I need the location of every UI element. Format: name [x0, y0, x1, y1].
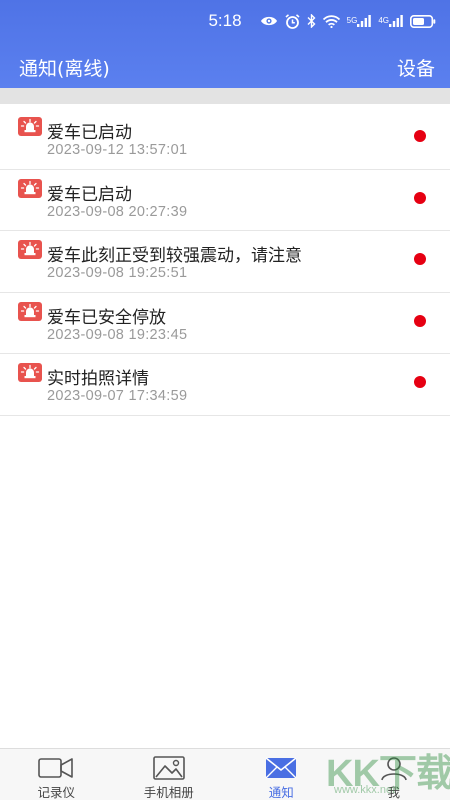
alarm-light-icon [18, 301, 42, 321]
status-bar: 5:18 5G 4G [0, 0, 450, 44]
signal-4g-icon: 4G [378, 12, 403, 30]
signal-5g-icon: 5G [347, 12, 372, 30]
envelope-icon [262, 755, 300, 781]
nav-label-notifications: 通知 [268, 785, 294, 800]
alarm-light-icon [18, 363, 42, 382]
unread-dot [414, 253, 426, 265]
status-icons: 5G 4G [260, 12, 436, 30]
devices-button[interactable]: 设备 [397, 54, 435, 81]
video-camera-icon [37, 755, 75, 781]
notification-time: 2023-09-12 13:57:01 [47, 142, 188, 158]
nav-label-recorder: 记录仪 [37, 785, 75, 800]
notification-item[interactable]: 实时拍照详情 2023-09-07 17:34:59 [0, 354, 450, 416]
wifi-icon [322, 12, 340, 30]
nav-item-recorder[interactable]: 记录仪 [0, 749, 113, 800]
network-4g-label: 4G [378, 16, 389, 25]
notification-title: 爱车已启动 [47, 123, 132, 143]
notification-item[interactable]: 爱车已启动 2023-09-08 20:27:39 [0, 169, 450, 231]
unread-dot [414, 191, 426, 204]
nav-item-album[interactable]: 手机相册 [113, 749, 226, 800]
image-icon [150, 755, 188, 781]
unread-dot [414, 314, 426, 327]
notification-item[interactable]: 爱车已安全停放 2023-09-08 19:23:45 [0, 292, 450, 354]
app-header: 5:18 5G 4G 通知(离线) 设备 [0, 0, 450, 88]
notification-time: 2023-09-08 19:25:51 [47, 265, 188, 281]
unread-dot [414, 130, 426, 142]
notification-list: 爱车已启动 2023-09-12 13:57:01 爱车已启动 2023-09-08 … [0, 108, 450, 416]
page-title: 通知(离线) [19, 58, 110, 80]
nav-label-album: 手机相册 [143, 785, 194, 800]
nav-item-notifications[interactable]: 通知 [225, 749, 338, 800]
person-icon [375, 755, 413, 781]
notification-time: 2023-09-08 20:27:39 [47, 203, 188, 220]
bottom-nav: 记录仪 手机相册 通知 我 [0, 748, 450, 800]
nav-item-me[interactable]: 我 [338, 749, 450, 800]
nav-label-me: 我 [387, 785, 400, 800]
alarm-light-icon [18, 178, 42, 198]
notification-title: 实时拍照详情 [47, 369, 149, 389]
title-bar: 通知(离线) 设备 [0, 44, 450, 88]
battery-icon [410, 12, 436, 30]
notification-item[interactable]: 爱车已启动 2023-09-12 13:57:01 [0, 108, 450, 170]
notification-item[interactable]: 爱车此刻正受到较强震动，请注意 2023-09-08 19:25:51 [0, 231, 450, 293]
header-divider [0, 88, 450, 104]
notification-title: 爱车此刻正受到较强震动，请注意 [47, 246, 302, 266]
notification-time: 2023-09-07 17:34:59 [47, 388, 188, 404]
alarm-icon [285, 12, 300, 30]
notification-time: 2023-09-08 19:23:45 [47, 326, 188, 343]
unread-dot [414, 376, 426, 388]
bluetooth-icon [307, 12, 316, 30]
alarm-light-icon [18, 117, 42, 136]
eye-icon [260, 12, 278, 30]
alarm-light-icon [18, 240, 42, 259]
network-5g-label: 5G [346, 16, 358, 25]
notification-title: 爱车已安全停放 [47, 307, 166, 328]
notification-title: 爱车已启动 [47, 184, 132, 205]
